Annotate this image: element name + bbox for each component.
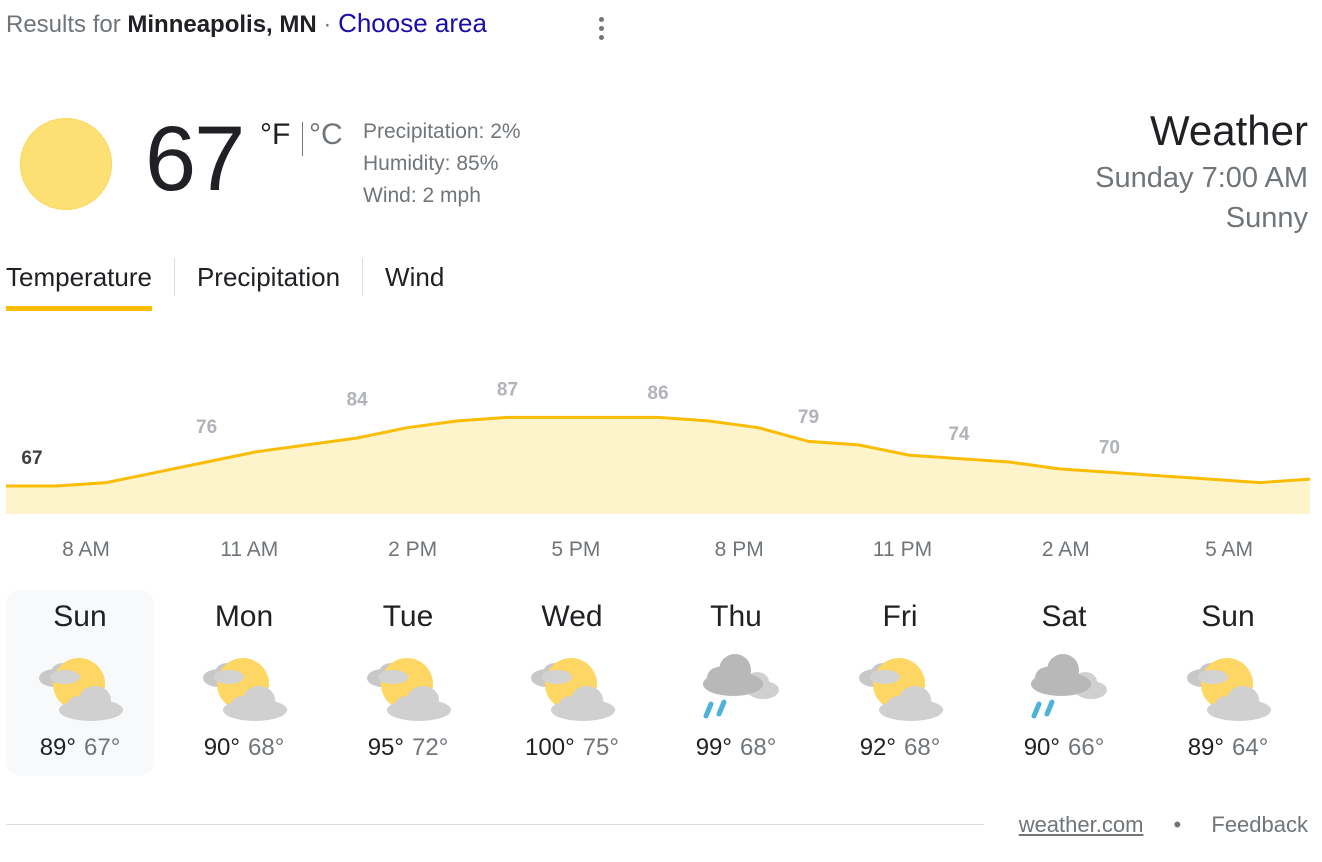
humidity-detail: Humidity: 85% (363, 152, 499, 175)
temp-value-label: 86 (647, 383, 668, 404)
hour-label: 11 PM (872, 538, 933, 561)
day-temps: 92° 68° (826, 734, 974, 762)
header-separator: · (323, 11, 332, 38)
partly-cloudy-icon (197, 648, 291, 722)
location-name: Minneapolis, MN (127, 11, 317, 38)
day-name: Thu (710, 600, 762, 633)
hour-label: 8 AM (62, 538, 110, 561)
low-temp: 64° (1232, 734, 1269, 761)
temperature-chart-svg: 67 76 84 87 86 79 74 70 (6, 379, 1311, 514)
footer-divider (6, 824, 984, 825)
day-temps: 89° 67° (6, 734, 154, 762)
rain-icon (689, 648, 783, 722)
day-temps: 90° 66° (990, 734, 1138, 762)
tab-divider (362, 258, 364, 296)
day-name: Fri (882, 600, 918, 633)
partly-cloudy-icon (1181, 648, 1275, 722)
high-temp: 90° (203, 734, 240, 761)
high-temp: 100° (525, 734, 575, 761)
tab-precipitation[interactable]: Precipitation (197, 258, 340, 316)
weather-details: Precipitation: 2% Humidity: 85% Wind: 2 … (363, 116, 521, 212)
weather-datetime: Sunday 7:00 AM (1095, 162, 1308, 194)
temp-value-label: 84 (347, 390, 369, 411)
footer: weather.com • Feedback (1019, 812, 1308, 838)
day-card[interactable]: Sat 90° 66° (990, 590, 1138, 776)
current-temperature: 67 (145, 108, 245, 210)
tab-wind[interactable]: Wind (385, 258, 444, 316)
precipitation-detail: Precipitation: 2% (363, 120, 521, 143)
high-temp: 90° (1023, 734, 1060, 761)
weather-summary: Weather Sunday 7:00 AM Sunny (1095, 104, 1308, 238)
partly-cloudy-icon (525, 648, 619, 722)
day-name: Mon (214, 600, 274, 633)
partly-cloudy-icon (361, 648, 455, 722)
feedback-link[interactable]: Feedback (1211, 812, 1308, 837)
partly-cloudy-icon (853, 648, 947, 722)
choose-area-link[interactable]: Choose area (338, 8, 487, 38)
temp-value-label: 70 (1099, 438, 1120, 459)
day-name: Sat (1041, 600, 1087, 633)
hour-label: 2 AM (1041, 538, 1090, 561)
daily-forecast: Sun 89° 67° Mon 90° 68° Tue 95° 72° Wed 100° 75° Thu… (6, 590, 1316, 778)
partly-cloudy-icon (33, 648, 127, 722)
sunny-icon (20, 118, 112, 210)
high-temp: 92° (859, 734, 896, 761)
low-temp: 66° (1068, 734, 1105, 761)
high-temp: 89° (1187, 734, 1224, 761)
temp-value-label: 87 (497, 379, 518, 400)
day-name: Wed (541, 600, 603, 633)
low-temp: 72° (412, 734, 449, 761)
fahrenheit-toggle[interactable]: °F (260, 118, 290, 152)
wind-detail: Wind: 2 mph (363, 184, 481, 207)
hour-label: 5 PM (551, 538, 601, 561)
hour-label: 8 PM (714, 538, 764, 561)
hour-axis: 8 AM 11 AM 2 PM 5 PM 8 PM 11 PM 2 AM 5 AM (0, 538, 1322, 568)
footer-separator: • (1173, 812, 1182, 837)
day-card[interactable]: Mon 90° 68° (170, 590, 318, 776)
day-card[interactable]: Sun 89° 64° (1154, 590, 1302, 776)
weather-condition: Sunny (1225, 202, 1308, 234)
temp-value-label: 74 (948, 424, 970, 445)
weather-title: Weather (1150, 107, 1308, 154)
day-name: Sun (53, 600, 107, 633)
day-name: Sun (1201, 600, 1255, 633)
high-temp: 95° (367, 734, 404, 761)
rain-icon (1017, 648, 1111, 722)
results-prefix: Results for (6, 11, 121, 38)
low-temp: 68° (740, 734, 777, 761)
hour-label: 5 AM (1205, 538, 1254, 561)
day-card[interactable]: Fri 92° 68° (826, 590, 974, 776)
hour-label: 2 PM (388, 538, 438, 561)
low-temp: 67° (84, 734, 121, 761)
tab-divider (173, 258, 175, 296)
temp-value-label: 76 (196, 417, 217, 438)
day-temps: 89° 64° (1154, 734, 1302, 762)
high-temp: 99° (695, 734, 732, 761)
day-name: Tue (382, 600, 434, 633)
low-temp: 68° (904, 734, 941, 761)
day-card[interactable]: Wed 100° 75° (498, 590, 646, 776)
hour-label: 11 AM (220, 538, 279, 561)
low-temp: 75° (582, 734, 619, 761)
chart-tabs: Temperature Precipitation Wind (6, 258, 444, 316)
day-card[interactable]: Sun 89° 67° (6, 590, 154, 776)
day-temps: 90° 68° (170, 734, 318, 762)
day-temps: 99° 68° (662, 734, 810, 762)
celsius-toggle[interactable]: °C (309, 118, 343, 152)
source-link[interactable]: weather.com (1019, 812, 1144, 837)
day-temps: 95° 72° (334, 734, 482, 762)
day-card[interactable]: Tue 95° 72° (334, 590, 482, 776)
low-temp: 68° (248, 734, 285, 761)
temp-value-label: 79 (798, 407, 819, 428)
unit-divider (302, 122, 303, 156)
temp-value-label: 67 (21, 448, 42, 469)
day-temps: 100° 75° (498, 734, 646, 762)
day-card[interactable]: Thu 99° 68° (662, 590, 810, 776)
more-options-icon[interactable] (588, 14, 614, 48)
high-temp: 89° (39, 734, 76, 761)
tab-temperature[interactable]: Temperature (6, 258, 152, 316)
location-header: Results for Minneapolis, MN · Choose are… (6, 8, 487, 39)
